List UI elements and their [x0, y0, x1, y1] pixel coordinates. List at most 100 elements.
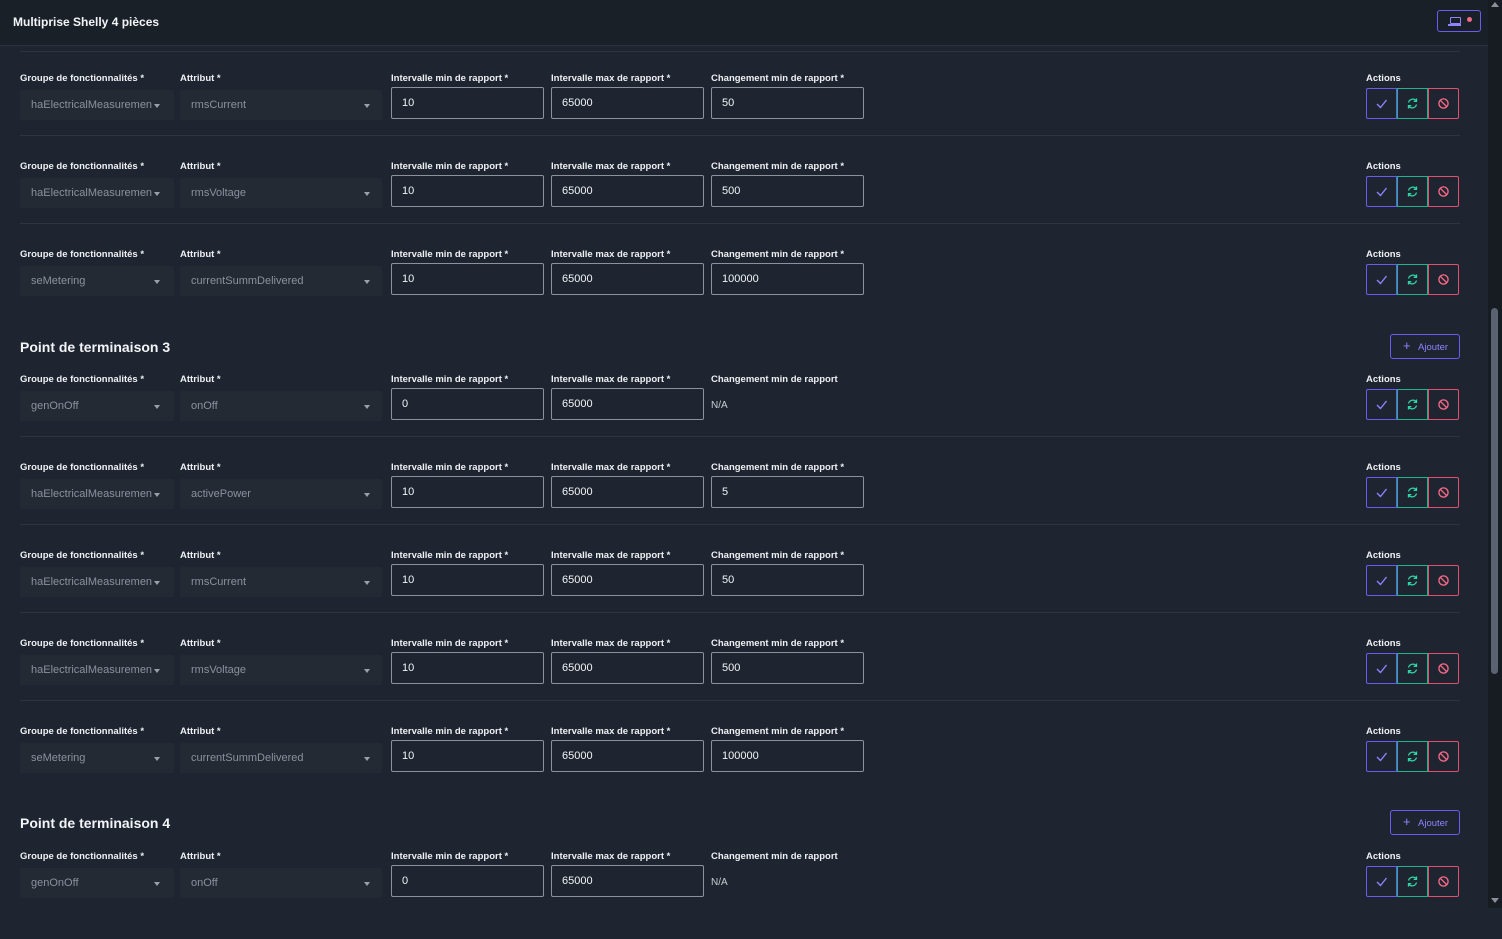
disable-button[interactable]: [1428, 565, 1459, 596]
attribute-select[interactable]: activePower: [180, 479, 382, 509]
max-interval-input[interactable]: 65000: [551, 87, 704, 119]
add-button[interactable]: + Ajouter: [1390, 334, 1460, 359]
min-interval-input[interactable]: 10: [391, 740, 544, 772]
min-interval-label: Intervalle min de rapport *: [391, 638, 509, 649]
min-interval-input[interactable]: 10: [391, 263, 544, 295]
attribute-select[interactable]: onOff: [180, 391, 382, 421]
chevron-down-icon: [154, 882, 160, 886]
cluster-select[interactable]: genOnOff: [20, 868, 174, 898]
reporting-row: Groupe de fonctionnalités * Attribut * Int…: [0, 161, 1488, 249]
chevron-down-icon: [154, 405, 160, 409]
attribute-select[interactable]: rmsVoltage: [180, 655, 382, 685]
confirm-button[interactable]: [1366, 88, 1397, 119]
confirm-button[interactable]: [1366, 477, 1397, 508]
min-change-input[interactable]: 500: [711, 175, 864, 207]
disable-button[interactable]: [1428, 264, 1459, 295]
min-change-input[interactable]: 100000: [711, 740, 864, 772]
refresh-button[interactable]: [1397, 565, 1428, 596]
disable-button[interactable]: [1428, 88, 1459, 119]
disable-button[interactable]: [1428, 176, 1459, 207]
refresh-button[interactable]: [1397, 264, 1428, 295]
cluster-select[interactable]: haElectricalMeasuremen: [20, 479, 174, 509]
chevron-down-icon: [154, 669, 160, 673]
refresh-button[interactable]: [1397, 866, 1428, 897]
device-status-button[interactable]: [1437, 10, 1481, 32]
scroll-down-arrow[interactable]: [1491, 898, 1499, 903]
attribute-select[interactable]: rmsCurrent: [180, 567, 382, 597]
attribute-select[interactable]: currentSummDelivered: [180, 743, 382, 773]
disable-button[interactable]: [1428, 389, 1459, 420]
refresh-button[interactable]: [1397, 653, 1428, 684]
min-interval-input[interactable]: 0: [391, 388, 544, 420]
cluster-select[interactable]: haElectricalMeasuremen: [20, 655, 174, 685]
cluster-select[interactable]: seMetering: [20, 743, 174, 773]
max-interval-input[interactable]: 65000: [551, 652, 704, 684]
min-interval-input[interactable]: 0: [391, 865, 544, 897]
reporting-row: Groupe de fonctionnalités * Attribut * Int…: [0, 851, 1488, 939]
min-change-input[interactable]: 5: [711, 476, 864, 508]
confirm-button[interactable]: [1366, 653, 1397, 684]
min-change-input[interactable]: 50: [711, 87, 864, 119]
disable-button[interactable]: [1428, 741, 1459, 772]
max-interval-input[interactable]: 65000: [551, 564, 704, 596]
actions-label: Actions: [1366, 462, 1401, 473]
attribute-select[interactable]: currentSummDelivered: [180, 266, 382, 296]
max-interval-input[interactable]: 65000: [551, 476, 704, 508]
confirm-button[interactable]: [1366, 176, 1397, 207]
refresh-button[interactable]: [1397, 176, 1428, 207]
scroll-up-arrow[interactable]: [1491, 2, 1499, 7]
max-interval-input[interactable]: 65000: [551, 865, 704, 897]
confirm-button[interactable]: [1366, 264, 1397, 295]
attribute-select[interactable]: rmsCurrent: [180, 90, 382, 120]
min-change-input[interactable]: 500: [711, 652, 864, 684]
max-interval-input[interactable]: 65000: [551, 388, 704, 420]
cluster-label: Groupe de fonctionnalités *: [20, 161, 145, 172]
attribute-label: Attribut *: [180, 851, 221, 862]
min-change-input[interactable]: 50: [711, 564, 864, 596]
max-interval-input-value: 65000: [562, 574, 593, 586]
attribute-label: Attribut *: [180, 638, 221, 649]
min-interval-input[interactable]: 10: [391, 175, 544, 207]
attribute-select[interactable]: rmsVoltage: [180, 178, 382, 208]
min-interval-label: Intervalle min de rapport *: [391, 550, 509, 561]
disable-button[interactable]: [1428, 866, 1459, 897]
actions-label: Actions: [1366, 851, 1401, 862]
refresh-button[interactable]: [1397, 389, 1428, 420]
min-interval-input[interactable]: 10: [391, 564, 544, 596]
chevron-down-icon: [364, 581, 370, 585]
chevron-down-icon: [364, 882, 370, 886]
divider: [20, 700, 1460, 701]
cluster-label: Groupe de fonctionnalités *: [20, 638, 145, 649]
cluster-select[interactable]: seMetering: [20, 266, 174, 296]
scroll-thumb[interactable]: [1491, 308, 1498, 674]
refresh-button[interactable]: [1397, 477, 1428, 508]
reporting-row: Groupe de fonctionnalités * Attribut * Int…: [0, 550, 1488, 638]
cluster-select[interactable]: haElectricalMeasuremen: [20, 178, 174, 208]
max-interval-input[interactable]: 65000: [551, 175, 704, 207]
disable-button[interactable]: [1428, 653, 1459, 684]
refresh-button[interactable]: [1397, 741, 1428, 772]
min-interval-label: Intervalle min de rapport *: [391, 73, 509, 84]
attribute-select[interactable]: onOff: [180, 868, 382, 898]
min-interval-input[interactable]: 10: [391, 87, 544, 119]
refresh-button[interactable]: [1397, 88, 1428, 119]
min-change-input-value: 500: [722, 185, 741, 197]
cluster-select[interactable]: haElectricalMeasuremen: [20, 90, 174, 120]
cluster-select[interactable]: genOnOff: [20, 391, 174, 421]
min-interval-input[interactable]: 10: [391, 476, 544, 508]
scrollbar[interactable]: [1488, 0, 1502, 908]
reporting-row: Groupe de fonctionnalités * Attribut * Int…: [0, 462, 1488, 550]
divider: [20, 524, 1460, 525]
actions-label: Actions: [1366, 249, 1401, 260]
confirm-button[interactable]: [1366, 741, 1397, 772]
max-interval-input[interactable]: 65000: [551, 263, 704, 295]
max-interval-input[interactable]: 65000: [551, 740, 704, 772]
disable-button[interactable]: [1428, 477, 1459, 508]
cluster-label: Groupe de fonctionnalités *: [20, 462, 145, 473]
confirm-button[interactable]: [1366, 565, 1397, 596]
confirm-button[interactable]: [1366, 389, 1397, 420]
cluster-select[interactable]: haElectricalMeasuremen: [20, 567, 174, 597]
min-change-input[interactable]: 100000: [711, 263, 864, 295]
min-interval-input[interactable]: 10: [391, 652, 544, 684]
confirm-button[interactable]: [1366, 866, 1397, 897]
